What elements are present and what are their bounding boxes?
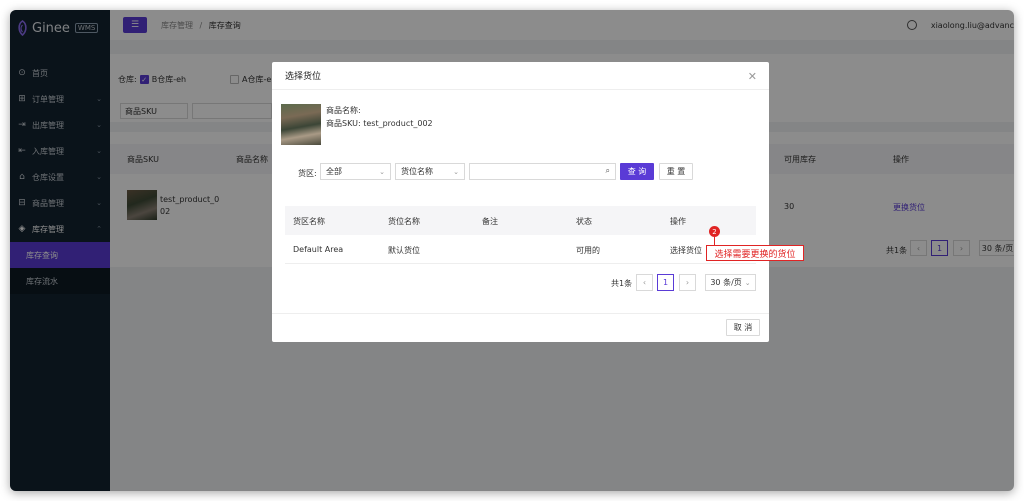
area-label: 货区: [298, 169, 317, 178]
location-table: 货区名称 货位名称 备注 状态 操作 Default Area 默认货位 可用的… [285, 206, 756, 264]
col-status: 状态 [576, 217, 592, 226]
cell-location: 默认货位 [388, 246, 420, 255]
location-search-input[interactable]: ⌕ [469, 163, 616, 180]
search-icon[interactable]: ⌕ [606, 166, 610, 176]
chevron-down-icon: ⌄ [379, 167, 385, 176]
modal-title: 选择货位 [285, 72, 322, 82]
product-name-label: 商品名称: [326, 106, 361, 115]
chevron-down-icon: ⌄ [744, 278, 751, 287]
cancel-button[interactable]: 取 消 [726, 319, 760, 336]
search-button[interactable]: 查 询 [620, 163, 654, 180]
location-select-value: 货位名称 [401, 167, 433, 176]
select-location-link[interactable]: 选择货位 [670, 245, 702, 256]
location-field-select[interactable]: 货位名称 ⌄ [395, 163, 465, 180]
product-image [281, 104, 321, 145]
next-page-button[interactable]: › [679, 274, 696, 291]
col-action: 操作 [670, 217, 686, 226]
page-1-button[interactable]: 1 [657, 274, 674, 291]
area-select-value: 全部 [326, 167, 342, 176]
close-icon[interactable]: ✕ [748, 70, 757, 83]
product-sku-row: 商品SKU: test_product_002 [326, 118, 433, 129]
modal-total-count: 共1条 [611, 279, 633, 288]
page-size-select[interactable]: 30 条/页 ⌄ [705, 274, 756, 291]
col-area-name: 货区名称 [293, 217, 325, 226]
annotation-connector [714, 237, 715, 245]
modal-footer [272, 313, 769, 314]
reset-button[interactable]: 重 置 [659, 163, 693, 180]
annotation-step-badge: 2 [709, 226, 720, 237]
cell-status: 可用的 [576, 246, 600, 255]
col-note: 备注 [482, 217, 498, 226]
select-location-modal: 选择货位 ✕ 商品名称: 商品SKU: test_product_002 货区:… [272, 62, 769, 342]
col-location-name: 货位名称 [388, 217, 420, 226]
prev-page-button[interactable]: ‹ [636, 274, 653, 291]
cell-area: Default Area [293, 245, 344, 254]
table-row: Default Area 默认货位 可用的 选择货位 [285, 235, 756, 264]
annotation-callout: 选择需要更换的货位 [706, 245, 804, 261]
page-size-value: 30 条/页 [710, 278, 742, 287]
modal-header: 选择货位 ✕ [272, 62, 769, 90]
product-sku-label: 商品SKU: [326, 119, 361, 128]
table-header: 货区名称 货位名称 备注 状态 操作 [285, 206, 756, 235]
chevron-down-icon: ⌄ [453, 167, 459, 176]
area-select[interactable]: 全部 ⌄ [320, 163, 391, 180]
product-sku-value: test_product_002 [363, 119, 433, 128]
